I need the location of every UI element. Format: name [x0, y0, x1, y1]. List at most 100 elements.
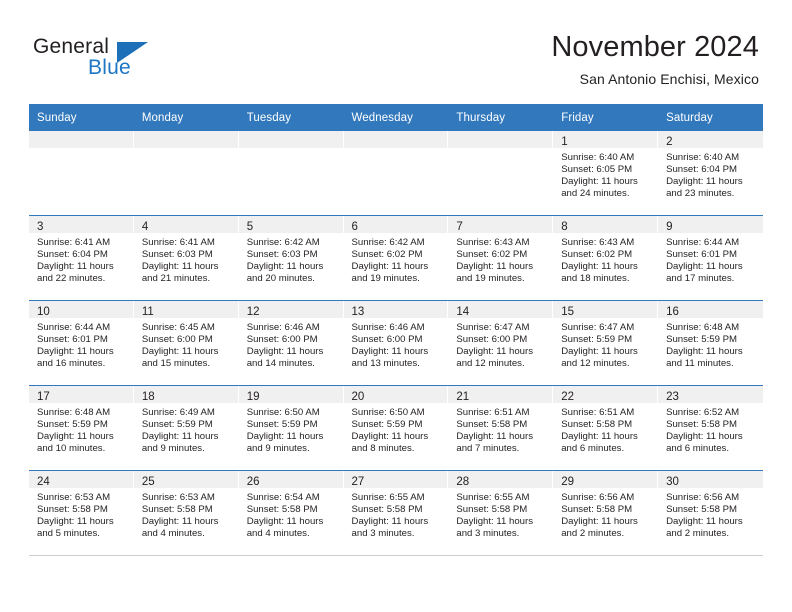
day-details: Sunrise: 6:45 AM Sunset: 6:00 PM Daylight:…	[134, 318, 239, 370]
day-detail-sunset: Sunset: 5:58 PM	[561, 504, 633, 516]
day-detail-daylight2: and 23 minutes.	[666, 188, 735, 200]
calendar-cell-day[interactable]: 30 Sunrise: 6:56 AM Sunset: 5:58 PM Dayligh…	[658, 470, 763, 556]
day-detail-sunrise: Sunrise: 6:43 AM	[456, 237, 530, 248]
day-detail-sunrise: Sunrise: 6:48 AM	[37, 407, 111, 418]
day-detail-sunset: Sunset: 5:59 PM	[37, 419, 108, 431]
calendar-cell-day[interactable]: 28 Sunrise: 6:55 AM Sunset: 5:58 PM Dayligh…	[448, 470, 554, 556]
calendar-cell-day[interactable]: 29 Sunrise: 6:56 AM Sunset: 5:58 PM Dayligh…	[553, 470, 659, 556]
calendar-cell-day[interactable]: 5 Sunrise: 6:42 AM Sunset: 6:03 PM Daylight…	[238, 215, 344, 301]
day-detail-sunset: Sunset: 6:00 PM	[456, 334, 528, 346]
day-detail-daylight2: and 12 minutes.	[561, 358, 630, 370]
day-number: 6	[351, 221, 358, 233]
calendar-cell-day[interactable]: 8 Sunrise: 6:43 AM Sunset: 6:02 PM Daylight…	[553, 215, 659, 301]
day-detail-daylight1: Daylight: 11 hours	[666, 516, 743, 528]
calendar-cell-day[interactable]: 19 Sunrise: 6:50 AM Sunset: 5:59 PM Dayligh…	[238, 385, 344, 471]
day-number-band: 20	[343, 386, 449, 403]
day-details: Sunrise: 6:54 AM Sunset: 5:58 PM Daylight:…	[239, 488, 344, 540]
day-detail-daylight2: and 6 minutes.	[666, 443, 729, 455]
calendar-week-row: 1 Sunrise: 6:40 AM Sunset: 6:05 PM Daylight…	[29, 131, 763, 216]
day-detail-sunset: Sunset: 6:00 PM	[141, 334, 213, 346]
day-number-band: 23	[658, 386, 763, 403]
day-detail-sunset: Sunset: 5:59 PM	[141, 419, 213, 431]
calendar-cell-inner: 28 Sunrise: 6:55 AM Sunset: 5:58 PM Dayligh…	[448, 471, 554, 555]
day-number-band: 7	[448, 216, 554, 233]
calendar-cell-day[interactable]: 1 Sunrise: 6:40 AM Sunset: 6:05 PM Daylight…	[553, 131, 659, 216]
calendar-cell-day[interactable]: 4 Sunrise: 6:41 AM Sunset: 6:03 PM Daylight…	[133, 215, 239, 301]
calendar-cell-day[interactable]: 14 Sunrise: 6:47 AM Sunset: 6:00 PM Dayligh…	[448, 300, 554, 386]
day-details: Sunrise: 6:43 AM Sunset: 6:02 PM Daylight:…	[553, 233, 658, 285]
day-detail-sunrise: Sunrise: 6:49 AM	[141, 407, 215, 418]
day-number-band: 2	[658, 131, 763, 148]
day-detail-sunset: Sunset: 6:01 PM	[37, 334, 108, 346]
calendar-cell-day[interactable]: 20 Sunrise: 6:50 AM Sunset: 5:59 PM Dayligh…	[343, 385, 449, 471]
calendar-cell-inner: 19 Sunrise: 6:50 AM Sunset: 5:59 PM Dayligh…	[238, 386, 344, 470]
day-details: Sunrise: 6:51 AM Sunset: 5:58 PM Daylight:…	[448, 403, 553, 455]
day-detail-sunrise: Sunrise: 6:42 AM	[351, 237, 425, 248]
day-detail-sunrise: Sunrise: 6:46 AM	[351, 322, 425, 333]
day-number-band: 21	[448, 386, 554, 403]
calendar-cell-day[interactable]: 11 Sunrise: 6:45 AM Sunset: 6:00 PM Dayligh…	[133, 300, 239, 386]
calendar-cell-inner: 13 Sunrise: 6:46 AM Sunset: 6:00 PM Dayligh…	[343, 301, 449, 385]
calendar-cell-day[interactable]: 24 Sunrise: 6:53 AM Sunset: 5:58 PM Dayligh…	[29, 470, 134, 556]
day-number: 15	[561, 306, 575, 318]
calendar-page: General Blue November 2024 San Antonio E…	[0, 0, 792, 612]
calendar-cell-day[interactable]: 23 Sunrise: 6:52 AM Sunset: 5:58 PM Dayligh…	[658, 385, 763, 471]
calendar-cell-day[interactable]: 26 Sunrise: 6:54 AM Sunset: 5:58 PM Dayligh…	[238, 470, 344, 556]
calendar-cell-day[interactable]: 25 Sunrise: 6:53 AM Sunset: 5:58 PM Dayligh…	[133, 470, 239, 556]
day-detail-sunset: Sunset: 5:58 PM	[456, 419, 528, 431]
day-detail-sunrise: Sunrise: 6:40 AM	[561, 152, 635, 163]
day-detail-sunrise: Sunrise: 6:50 AM	[246, 407, 320, 418]
calendar-cell-day[interactable]: 16 Sunrise: 6:48 AM Sunset: 5:59 PM Dayligh…	[658, 300, 763, 386]
day-detail-sunset: Sunset: 5:58 PM	[37, 504, 108, 516]
day-detail-sunrise: Sunrise: 6:47 AM	[561, 322, 635, 333]
calendar-cell-day[interactable]: 9 Sunrise: 6:44 AM Sunset: 6:01 PM Daylight…	[658, 215, 763, 301]
day-detail-daylight2: and 3 minutes.	[351, 528, 415, 540]
day-detail-sunrise: Sunrise: 6:55 AM	[351, 492, 425, 503]
calendar-cell-inner: 22 Sunrise: 6:51 AM Sunset: 5:58 PM Dayligh…	[553, 386, 659, 470]
weekday-header-thursday: Thursday	[448, 104, 554, 131]
day-number: 29	[561, 476, 575, 488]
calendar-cell-inner: 16 Sunrise: 6:48 AM Sunset: 5:59 PM Dayligh…	[658, 301, 763, 385]
day-number-band: 10	[29, 301, 134, 318]
weekday-header-tuesday: Tuesday	[238, 104, 344, 131]
day-detail-daylight2: and 16 minutes.	[37, 358, 106, 370]
day-detail-sunrise: Sunrise: 6:40 AM	[666, 152, 740, 163]
day-detail-daylight2: and 19 minutes.	[351, 273, 420, 285]
calendar-cell-day[interactable]: 12 Sunrise: 6:46 AM Sunset: 6:00 PM Dayligh…	[238, 300, 344, 386]
day-detail-daylight1: Daylight: 11 hours	[141, 516, 219, 528]
calendar-cell-day[interactable]: 13 Sunrise: 6:46 AM Sunset: 6:00 PM Dayligh…	[343, 300, 449, 386]
page-subtitle-location: San Antonio Enchisi, Mexico	[579, 71, 759, 87]
day-number-band: 11	[133, 301, 239, 318]
calendar-cell-day[interactable]: 27 Sunrise: 6:55 AM Sunset: 5:58 PM Dayligh…	[343, 470, 449, 556]
calendar-cell-day[interactable]: 3 Sunrise: 6:41 AM Sunset: 6:04 PM Daylight…	[29, 215, 134, 301]
calendar-cell-inner	[343, 131, 449, 215]
calendar-cell-day[interactable]: 15 Sunrise: 6:47 AM Sunset: 5:59 PM Dayligh…	[553, 300, 659, 386]
day-details: Sunrise: 6:44 AM Sunset: 6:01 PM Daylight:…	[658, 233, 763, 285]
calendar-cell-day[interactable]: 7 Sunrise: 6:43 AM Sunset: 6:02 PM Daylight…	[448, 215, 554, 301]
day-number-band: 26	[238, 471, 344, 488]
day-detail-daylight2: and 18 minutes.	[561, 273, 630, 285]
brand-logo[interactable]: General Blue	[33, 35, 263, 85]
calendar-cell-day[interactable]: 22 Sunrise: 6:51 AM Sunset: 5:58 PM Dayligh…	[553, 385, 659, 471]
calendar-cell-day[interactable]: 10 Sunrise: 6:44 AM Sunset: 6:01 PM Dayligh…	[29, 300, 134, 386]
calendar-cell-day[interactable]: 6 Sunrise: 6:42 AM Sunset: 6:02 PM Daylight…	[343, 215, 449, 301]
calendar-cell-inner: 8 Sunrise: 6:43 AM Sunset: 6:02 PM Daylight…	[553, 216, 659, 300]
day-detail-sunset: Sunset: 5:59 PM	[561, 334, 633, 346]
day-number-band: 22	[553, 386, 659, 403]
calendar-cell-day[interactable]: 2 Sunrise: 6:40 AM Sunset: 6:04 PM Daylight…	[658, 131, 763, 216]
day-number: 8	[561, 221, 568, 233]
calendar-cell-day[interactable]: 21 Sunrise: 6:51 AM Sunset: 5:58 PM Dayligh…	[448, 385, 554, 471]
day-detail-sunset: Sunset: 5:58 PM	[666, 504, 737, 516]
calendar-cell-inner: 27 Sunrise: 6:55 AM Sunset: 5:58 PM Dayligh…	[343, 471, 449, 555]
day-detail-daylight2: and 5 minutes.	[37, 528, 100, 540]
day-detail-daylight2: and 8 minutes.	[351, 443, 415, 455]
calendar-cell-inner: 1 Sunrise: 6:40 AM Sunset: 6:05 PM Daylight…	[553, 131, 659, 215]
day-details: Sunrise: 6:49 AM Sunset: 5:59 PM Daylight:…	[134, 403, 239, 455]
weekday-header-monday: Monday	[133, 104, 239, 131]
calendar-cell-day[interactable]: 18 Sunrise: 6:49 AM Sunset: 5:59 PM Dayligh…	[133, 385, 239, 471]
weekday-header-saturday: Saturday	[658, 104, 763, 131]
day-detail-daylight2: and 20 minutes.	[246, 273, 315, 285]
calendar-cell-day[interactable]: 17 Sunrise: 6:48 AM Sunset: 5:59 PM Dayligh…	[29, 385, 134, 471]
day-detail-sunset: Sunset: 6:02 PM	[561, 249, 633, 261]
calendar-cell-inner: 17 Sunrise: 6:48 AM Sunset: 5:59 PM Dayligh…	[29, 386, 134, 470]
